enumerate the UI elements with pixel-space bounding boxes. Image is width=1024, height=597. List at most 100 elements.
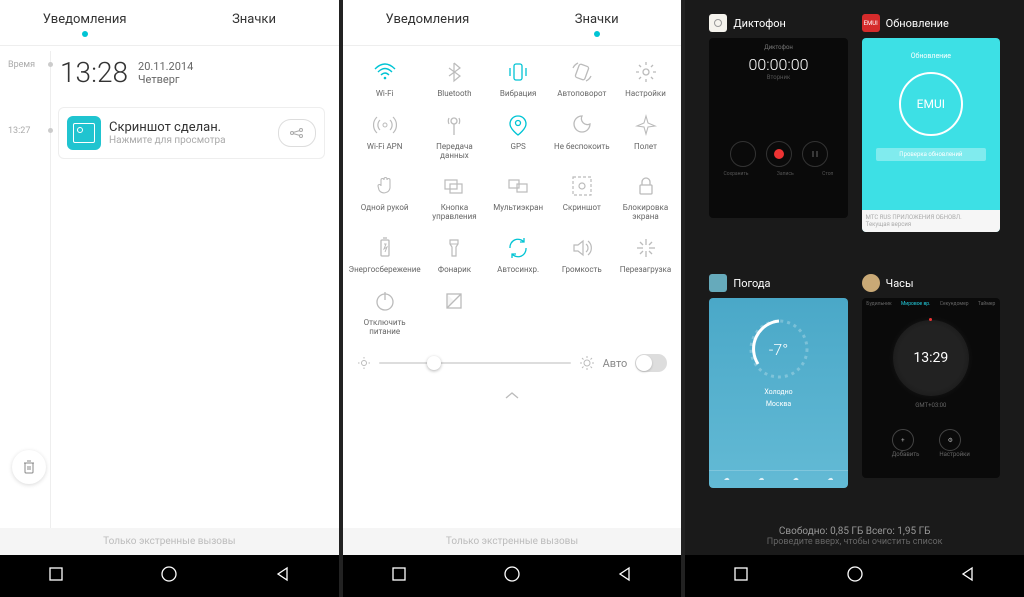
toggle-airplane[interactable]: Полет	[614, 107, 678, 167]
emergency-only-label: Только экстренные вызовы	[343, 528, 682, 555]
toggle-label: Wi-Fi APN	[367, 143, 403, 152]
toggle-poweroff[interactable]: Отключить питание	[347, 283, 423, 343]
record-day: Вторник	[709, 74, 847, 81]
update-status: Проверка обновлений	[876, 148, 986, 161]
emergency-only-label: Только экстренные вызовы	[0, 528, 339, 555]
screenshot-notification[interactable]: Скриншот сделан. Нажмите для просмотра	[58, 107, 325, 159]
record-button	[766, 141, 792, 167]
brightness-low-icon	[357, 356, 371, 370]
toggle-label: Автоповорот	[557, 90, 606, 99]
home-button[interactable]	[159, 564, 179, 588]
current-date: 20.11.2014	[138, 60, 193, 73]
toggle-label: Мультиэкран	[493, 204, 543, 213]
back-button[interactable]	[274, 565, 292, 587]
toggle-gps[interactable]: GPS	[486, 107, 550, 167]
auto-brightness-label: Авто	[603, 357, 628, 370]
autorotate-icon	[570, 60, 594, 84]
dictaphone-icon	[709, 14, 727, 32]
back-button[interactable]	[959, 565, 977, 587]
tab-icons[interactable]: Значки	[512, 0, 681, 45]
collapse-panel-button[interactable]	[343, 384, 682, 409]
toggle-label: Фонарик	[438, 266, 471, 275]
toggle-label: Кнопка управления	[425, 204, 485, 222]
toggle-label: Полет	[634, 143, 657, 152]
app-name: Диктофон	[733, 17, 786, 30]
torch-icon	[442, 236, 466, 260]
tab-notifications[interactable]: Уведомления	[343, 0, 512, 45]
home-button[interactable]	[502, 564, 522, 588]
recent-apps-button[interactable]	[390, 565, 408, 587]
toggle-lock[interactable]: Блокировка экрана	[614, 168, 678, 228]
toggle-label: Wi-Fi	[376, 90, 394, 99]
powersave-icon	[373, 236, 397, 260]
toggle-label: Отключить питание	[349, 319, 421, 337]
notification-title: Скриншот сделан.	[109, 120, 278, 135]
auto-brightness-switch[interactable]	[635, 354, 667, 372]
current-time: 13:28	[60, 56, 128, 89]
clear-all-button[interactable]	[12, 450, 46, 484]
toggle-label: Настройки	[625, 90, 666, 99]
toggle-label: Автосинхр.	[497, 266, 539, 275]
world-clock: 13:29	[893, 320, 969, 396]
recent-app-weather[interactable]: Погода -7° Холодно Москва ☁☁☁☁	[709, 274, 847, 516]
time-label: Время	[8, 60, 35, 70]
toggle-label: Не беспокоить	[554, 143, 610, 152]
back-button[interactable]	[616, 565, 634, 587]
tab-icons[interactable]: Значки	[169, 0, 338, 45]
toggle-autosync[interactable]: Автосинхр.	[486, 230, 550, 281]
toggle-wifi[interactable]: Wi-Fi	[347, 54, 423, 105]
vibrate-icon	[506, 60, 530, 84]
recent-apps-button[interactable]	[732, 565, 750, 587]
share-button[interactable]	[278, 119, 316, 147]
toggle-screenshot[interactable]: Скриншот	[550, 168, 614, 228]
toggle-settings[interactable]: Настройки	[614, 54, 678, 105]
toggle-vibrate[interactable]: Вибрация	[486, 54, 550, 105]
app-name: Часы	[886, 277, 914, 290]
toggle-control[interactable]: Кнопка управления	[423, 168, 487, 228]
toggle-label: GPS	[511, 143, 526, 152]
toggle-autorotate[interactable]: Автоповорот	[550, 54, 614, 105]
recent-app-update[interactable]: EMUI Обновление Обновление EMUI Проверка…	[862, 14, 1000, 260]
dnd-icon	[570, 113, 594, 137]
toggle-data[interactable]: Передача данных	[423, 107, 487, 167]
toggle-powersave[interactable]: Энергосбережение	[347, 230, 423, 281]
screen-notifications: Уведомления Значки Время 13:28 20.11.201…	[0, 0, 339, 597]
wifi-apn-icon	[373, 113, 397, 137]
tab-notifications[interactable]: Уведомления	[0, 0, 169, 45]
brightness-slider[interactable]	[379, 362, 571, 364]
toggle-reboot[interactable]: Перезагрузка	[614, 230, 678, 281]
multiscreen-icon	[506, 174, 530, 198]
toggle-onehand[interactable]: Одной рукой	[347, 168, 423, 228]
settings-icon	[634, 60, 658, 84]
toggle-torch[interactable]: Фонарик	[423, 230, 487, 281]
toggle-bluetooth[interactable]: Bluetooth	[423, 54, 487, 105]
swipe-hint: Проведите вверх, чтобы очистить список	[685, 537, 1024, 547]
notification-time: 13:27	[8, 126, 30, 136]
emui-logo: EMUI	[899, 72, 963, 136]
navigation-bar	[685, 555, 1024, 597]
weather-icon	[709, 274, 727, 292]
weather-condition: Холодно	[764, 388, 792, 396]
toggle-volume[interactable]: Громкость	[550, 230, 614, 281]
recent-apps-button[interactable]	[47, 565, 65, 587]
toggle-theme[interactable]	[423, 283, 487, 343]
recent-app-clock[interactable]: Часы Будильник Мировое вр. Секундомер Та…	[862, 274, 1000, 516]
recent-app-dictaphone[interactable]: Диктофон Диктофон 00:00:00 Вторник Сохра…	[709, 14, 847, 260]
weather-city: Москва	[766, 400, 791, 408]
brightness-slider-row: Авто	[343, 342, 682, 384]
toggle-label: Вибрация	[500, 90, 537, 99]
home-button[interactable]	[845, 564, 865, 588]
save-button	[730, 141, 756, 167]
toggle-dnd[interactable]: Не беспокоить	[550, 107, 614, 167]
toggle-multiscreen[interactable]: Мультиэкран	[486, 168, 550, 228]
notification-subtitle: Нажмите для просмотра	[109, 135, 278, 146]
weather-gauge: -7°	[744, 314, 814, 384]
thumb-title: Обновление	[911, 52, 951, 60]
navigation-bar	[343, 555, 682, 597]
toggle-label: Передача данных	[425, 143, 485, 161]
screen-quick-settings: Уведомления Значки Wi-Fi Bluetooth Вибраци…	[343, 0, 682, 597]
toggle-wifi-apn[interactable]: Wi-Fi APN	[347, 107, 423, 167]
toggle-label: Громкость	[562, 266, 602, 275]
app-name: Погода	[733, 277, 770, 290]
memory-status: Свободно: 0,85 ГБ Всего: 1,95 ГБ	[685, 526, 1024, 537]
